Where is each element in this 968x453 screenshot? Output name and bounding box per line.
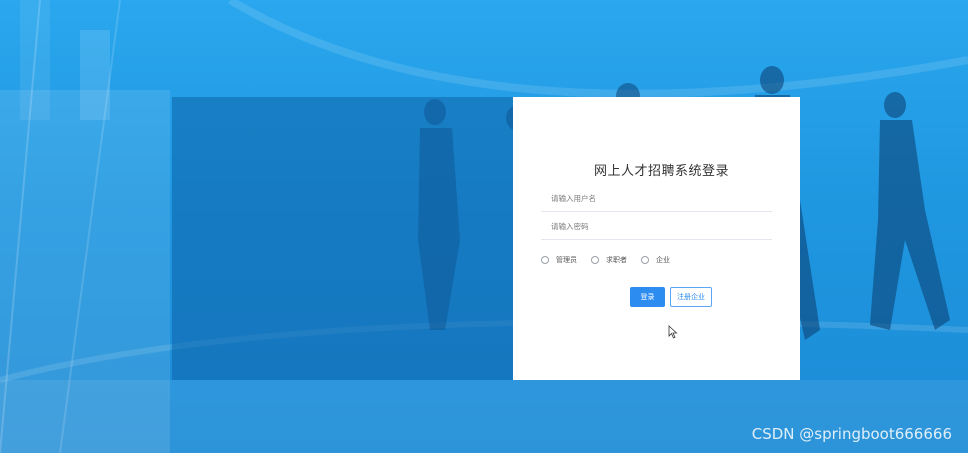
- login-card: 网上人才招聘系统登录 管理员 求职者 企业 登录 注册企业: [513, 97, 800, 380]
- role-company-radio[interactable]: 企业: [641, 255, 670, 265]
- translucent-panel: [172, 97, 513, 380]
- role-jobseeker-radio[interactable]: 求职者: [591, 255, 627, 265]
- radio-circle-icon[interactable]: [641, 256, 649, 264]
- role-admin-radio[interactable]: 管理员: [541, 255, 577, 265]
- login-button[interactable]: 登录: [630, 287, 665, 307]
- watermark-text: CSDN @springboot666666: [751, 425, 952, 443]
- role-radio-group: 管理员 求职者 企业: [541, 255, 684, 265]
- username-input[interactable]: [541, 186, 772, 212]
- role-label: 管理员: [556, 256, 577, 264]
- register-company-button[interactable]: 注册企业: [670, 287, 712, 307]
- role-label: 企业: [656, 256, 670, 264]
- mouse-pointer-icon: [668, 325, 678, 339]
- login-title: 网上人才招聘系统登录: [593, 164, 729, 179]
- role-label: 求职者: [606, 256, 627, 264]
- radio-circle-icon[interactable]: [541, 256, 549, 264]
- radio-circle-icon[interactable]: [591, 256, 599, 264]
- password-input[interactable]: [541, 214, 772, 240]
